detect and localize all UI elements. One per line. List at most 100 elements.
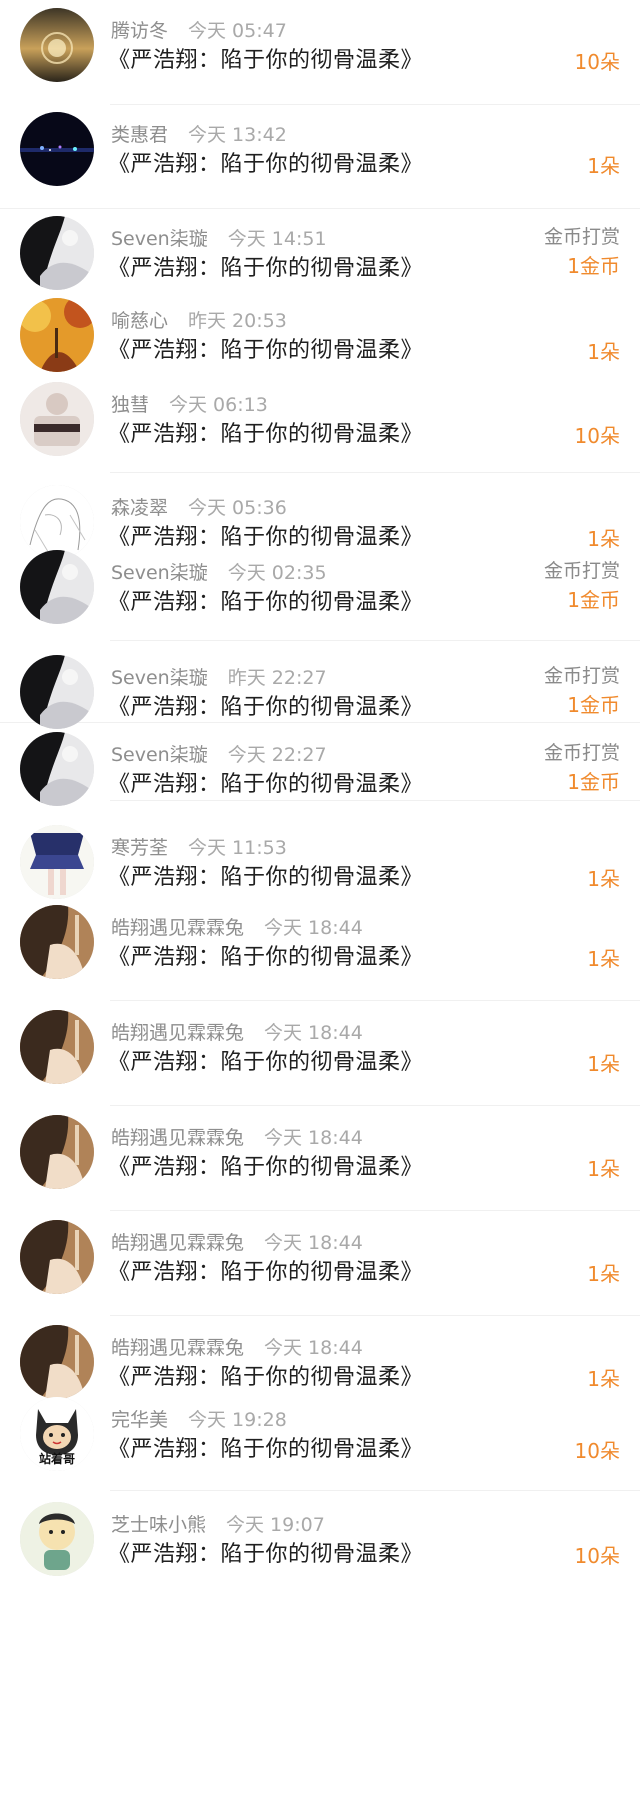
username[interactable]: 皓翔遇见霖霖兔 [111,1127,244,1149]
book-title[interactable]: 《严浩翔：陷于你的彻骨温柔》 [108,42,423,74]
meta-line: Seven柒璇 今天 14:51 [111,224,327,251]
gift-amount: 1朵 [587,1052,620,1076]
gift-amount: 10朵 [574,1544,620,1568]
list-item[interactable]: 皓翔遇见霖霖兔 今天 18:44 《严浩翔：陷于你的彻骨温柔》 1朵 [0,1010,640,1090]
avatar[interactable] [20,550,94,624]
list-item[interactable]: 腾访冬 今天 05:47 《严浩翔：陷于你的彻骨温柔》 10朵 [0,8,640,88]
list-item[interactable]: 芝士味小熊 今天 19:07 《严浩翔：陷于你的彻骨温柔》 10朵 [0,1502,640,1582]
list-item[interactable]: Seven柒璇 今天 22:27 《严浩翔：陷于你的彻骨温柔》 金币打赏 1金币 [0,732,640,812]
row-divider [110,1210,640,1211]
book-title[interactable]: 《严浩翔：陷于你的彻骨温柔》 [108,766,423,798]
list-item[interactable]: 皓翔遇见霖霖兔 今天 18:44 《严浩翔：陷于你的彻骨温柔》 1朵 [0,1115,640,1195]
list-item[interactable]: 独彗 今天 06:13 《严浩翔：陷于你的彻骨温柔》 10朵 [0,382,640,462]
book-title[interactable]: 《严浩翔：陷于你的彻骨温柔》 [108,584,423,616]
book-title[interactable]: 《严浩翔：陷于你的彻骨温柔》 [108,416,423,448]
book-title[interactable]: 《严浩翔：陷于你的彻骨温柔》 [108,1431,423,1463]
meta-line: 皓翔遇见霖霖兔 今天 18:44 [111,913,363,940]
timestamp: 今天 06:13 [169,394,268,416]
list-item[interactable]: 寒芳荃 今天 11:53 《严浩翔：陷于你的彻骨温柔》 1朵 [0,825,640,905]
row-divider [110,1105,640,1106]
list-item[interactable]: Seven柒璇 昨天 22:27 《严浩翔：陷于你的彻骨温柔》 金币打赏 1金币 [0,655,640,735]
row-divider [110,104,640,105]
username[interactable]: 皓翔遇见霖霖兔 [111,1337,244,1359]
avatar[interactable] [20,1010,94,1084]
book-title[interactable]: 《严浩翔：陷于你的彻骨温柔》 [108,332,423,364]
meta-line: 寒芳荃 今天 11:53 [111,833,287,860]
gift-amount: 1朵 [587,340,620,364]
timestamp: 今天 18:44 [264,917,363,939]
avatar[interactable] [20,298,94,372]
username[interactable]: Seven柒璇 [111,562,208,584]
list-item[interactable]: 喻慈心 昨天 20:53 《严浩翔：陷于你的彻骨温柔》 1朵 [0,298,640,378]
book-title[interactable]: 《严浩翔：陷于你的彻骨温柔》 [108,1359,423,1391]
avatar[interactable] [20,825,94,899]
avatar[interactable] [20,1502,94,1576]
list-item[interactable]: 站着哥 完华美 今天 19:28 《严浩翔：陷于你的彻骨温柔》 10朵 [0,1397,640,1477]
avatar[interactable]: 站着哥 [20,1397,94,1471]
book-title[interactable]: 《严浩翔：陷于你的彻骨温柔》 [108,1044,423,1076]
username[interactable]: 完华美 [111,1409,168,1431]
avatar[interactable] [20,485,94,559]
username[interactable]: 芝士味小熊 [111,1514,206,1536]
row-divider [110,1000,640,1001]
book-title[interactable]: 《严浩翔：陷于你的彻骨温柔》 [108,146,423,178]
username[interactable]: 森凌翠 [111,497,168,519]
timestamp: 今天 14:51 [227,228,327,250]
avatar[interactable] [20,655,94,729]
gift-record-list: 腾访冬 今天 05:47 《严浩翔：陷于你的彻骨温柔》 10朵 类惠君 今天 13:42 《… [0,0,640,1806]
meta-line: 皓翔遇见霖霖兔 今天 18:44 [111,1333,363,1360]
gift-amount: 1朵 [587,1367,620,1391]
meta-line: 芝士味小熊 今天 19:07 [111,1510,325,1537]
username[interactable]: Seven柒璇 [111,744,208,766]
meta-line: 腾访冬 今天 05:47 [111,16,287,43]
book-title[interactable]: 《严浩翔：陷于你的彻骨温柔》 [108,859,423,891]
gift-amount: 1朵 [587,947,620,971]
username[interactable]: 腾访冬 [111,20,168,42]
meta-line: Seven柒璇 昨天 22:27 [111,663,327,690]
reward-type-label: 金币打赏 [543,742,620,764]
avatar[interactable] [20,1220,94,1294]
book-title[interactable]: 《严浩翔：陷于你的彻骨温柔》 [108,1254,423,1286]
username[interactable]: 喻慈心 [111,310,168,332]
username[interactable]: 皓翔遇见霖霖兔 [111,1232,244,1254]
book-title[interactable]: 《严浩翔：陷于你的彻骨温柔》 [108,939,423,971]
gift-amount: 1朵 [587,1157,620,1181]
gift-amount: 1金币 [567,254,620,278]
avatar[interactable] [20,1115,94,1189]
book-title[interactable]: 《严浩翔：陷于你的彻骨温柔》 [108,519,423,551]
gift-amount: 1金币 [567,588,620,612]
username[interactable]: 类惠君 [111,124,168,146]
gift-amount: 1朵 [587,867,620,891]
meta-line: 皓翔遇见霖霖兔 今天 18:44 [111,1123,363,1150]
book-title[interactable]: 《严浩翔：陷于你的彻骨温柔》 [108,1149,423,1181]
list-item[interactable]: 皓翔遇见霖霖兔 今天 18:44 《严浩翔：陷于你的彻骨温柔》 1朵 [0,905,640,985]
username[interactable]: 寒芳荃 [111,837,168,859]
list-item[interactable]: 皓翔遇见霖霖兔 今天 18:44 《严浩翔：陷于你的彻骨温柔》 1朵 [0,1325,640,1405]
avatar[interactable] [20,1325,94,1399]
book-title[interactable]: 《严浩翔：陷于你的彻骨温柔》 [108,1536,423,1568]
username[interactable]: Seven柒璇 [111,228,208,250]
timestamp: 今天 05:36 [188,497,287,519]
username[interactable]: 独彗 [111,394,149,416]
list-item[interactable]: Seven柒璇 今天 14:51 《严浩翔：陷于你的彻骨温柔》 金币打赏 1金币 [0,216,640,296]
gift-amount: 1金币 [567,693,620,717]
book-title[interactable]: 《严浩翔：陷于你的彻骨温柔》 [108,689,423,721]
username[interactable]: 皓翔遇见霖霖兔 [111,917,244,939]
username[interactable]: Seven柒璇 [111,667,208,689]
meta-line: 完华美 今天 19:28 [111,1405,287,1432]
book-title[interactable]: 《严浩翔：陷于你的彻骨温柔》 [108,250,423,282]
list-item[interactable]: 皓翔遇见霖霖兔 今天 18:44 《严浩翔：陷于你的彻骨温柔》 1朵 [0,1220,640,1300]
username[interactable]: 皓翔遇见霖霖兔 [111,1022,244,1044]
avatar[interactable] [20,382,94,456]
timestamp: 今天 18:44 [264,1127,363,1149]
avatar[interactable] [20,216,94,290]
avatar[interactable] [20,732,94,806]
list-item[interactable]: Seven柒璇 今天 02:35 《严浩翔：陷于你的彻骨温柔》 金币打赏 1金币 [0,550,640,630]
timestamp: 今天 19:28 [188,1409,287,1431]
gift-amount: 1金币 [567,770,620,794]
gift-amount: 10朵 [574,424,620,448]
avatar[interactable] [20,112,94,186]
list-item[interactable]: 类惠君 今天 13:42 《严浩翔：陷于你的彻骨温柔》 1朵 [0,112,640,192]
avatar[interactable] [20,8,94,82]
avatar[interactable] [20,905,94,979]
